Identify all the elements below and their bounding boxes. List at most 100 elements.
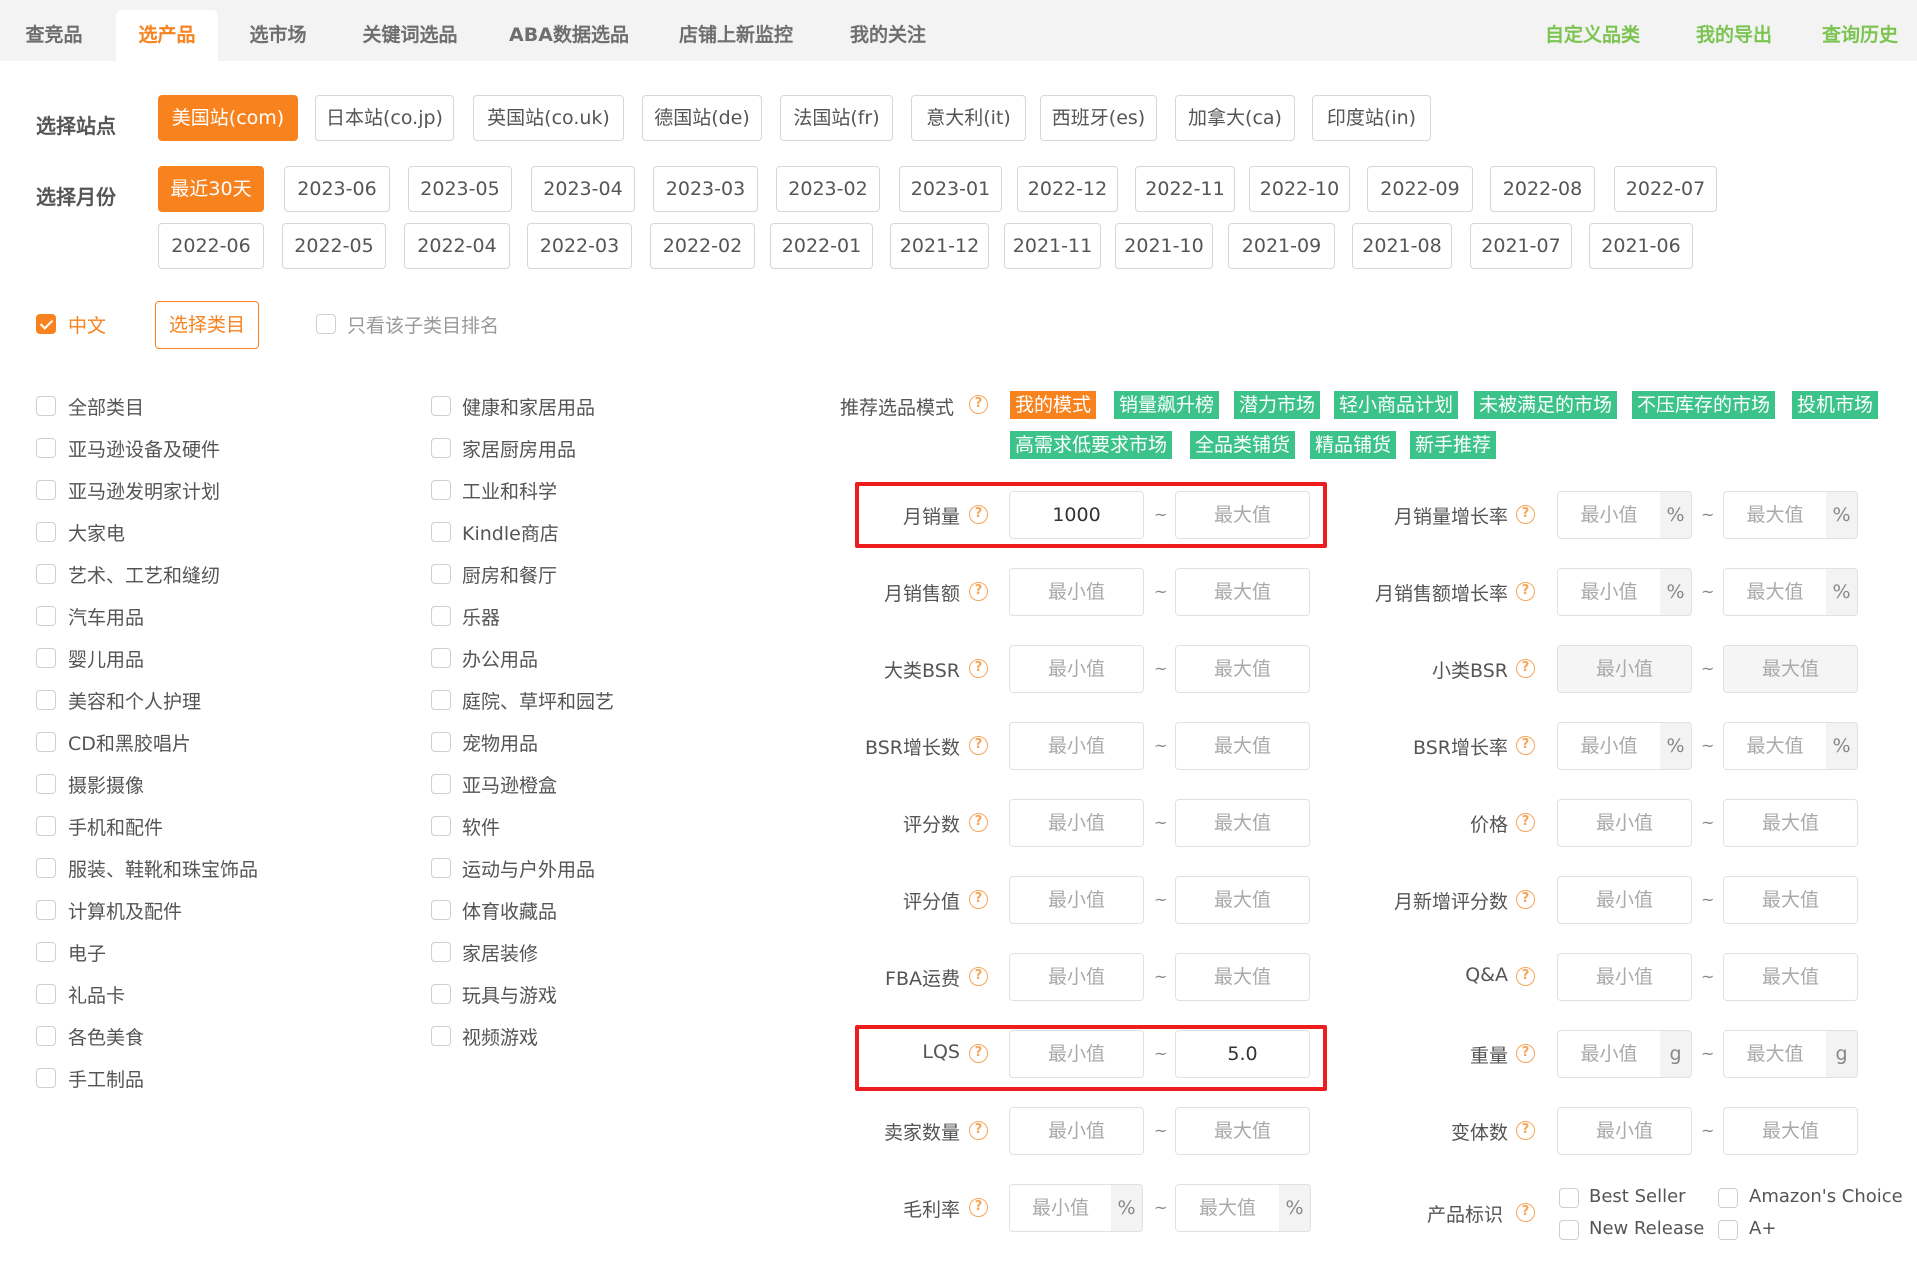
category-checkbox[interactable]: [431, 942, 451, 962]
month-option[interactable]: 2023-04: [531, 166, 635, 212]
max-input[interactable]: 最大值: [1175, 953, 1310, 1001]
min-input[interactable]: 最小值: [1009, 799, 1144, 847]
min-input[interactable]: 最小值: [1009, 645, 1144, 693]
month-option[interactable]: 2023-01: [899, 166, 1002, 212]
category-checkbox[interactable]: [431, 816, 451, 836]
month-option[interactable]: 2022-09: [1367, 166, 1473, 212]
max-input[interactable]: 最大值: [1723, 799, 1858, 847]
max-input[interactable]: 最大值: [1723, 645, 1858, 693]
category-checkbox[interactable]: [36, 1026, 56, 1046]
site-option[interactable]: 加拿大(ca): [1175, 95, 1295, 141]
mode-tag[interactable]: 潜力市场: [1234, 391, 1321, 419]
min-input[interactable]: 最小值: [1557, 722, 1661, 770]
amazons-choice-checkbox[interactable]: [1718, 1188, 1738, 1208]
custom-category-link[interactable]: 自定义品类: [1545, 10, 1640, 61]
min-input[interactable]: 最小值: [1009, 953, 1144, 1001]
min-input[interactable]: 最小值: [1557, 491, 1661, 539]
min-input[interactable]: 最小值: [1009, 568, 1144, 616]
month-option[interactable]: 2021-07: [1470, 223, 1572, 269]
month-option[interactable]: 2023-06: [284, 166, 390, 212]
month-option[interactable]: 2022-12: [1017, 166, 1118, 212]
max-input[interactable]: 最大值: [1175, 1107, 1310, 1155]
max-input[interactable]: 最大值: [1723, 953, 1858, 1001]
min-input[interactable]: 最小值: [1557, 1107, 1692, 1155]
help-icon[interactable]: ?: [1516, 582, 1535, 601]
tab-market[interactable]: 选市场: [226, 10, 330, 61]
help-icon[interactable]: ?: [969, 659, 988, 678]
mode-tag[interactable]: 投机市场: [1792, 391, 1879, 419]
mode-tag[interactable]: 未被满足的市场: [1474, 391, 1618, 419]
category-checkbox[interactable]: [36, 774, 56, 794]
category-checkbox[interactable]: [431, 690, 451, 710]
site-option[interactable]: 西班牙(es): [1040, 95, 1157, 141]
help-icon[interactable]: ?: [1516, 890, 1535, 909]
month-option[interactable]: 2021-08: [1352, 223, 1452, 269]
category-checkbox[interactable]: [36, 816, 56, 836]
month-option[interactable]: 2021-06: [1589, 223, 1693, 269]
category-checkbox[interactable]: [431, 900, 451, 920]
category-checkbox[interactable]: [431, 858, 451, 878]
max-input[interactable]: 最大值: [1723, 876, 1858, 924]
only-sub-category-checkbox[interactable]: [316, 314, 336, 334]
min-input[interactable]: 最小值: [1557, 876, 1692, 924]
month-option[interactable]: 2023-05: [408, 166, 512, 212]
category-checkbox[interactable]: [36, 564, 56, 584]
site-option[interactable]: 日本站(co.jp): [315, 95, 454, 141]
category-checkbox[interactable]: [36, 396, 56, 416]
best-seller-checkbox[interactable]: [1559, 1188, 1579, 1208]
min-input[interactable]: 最小值: [1557, 568, 1661, 616]
month-option[interactable]: 2022-08: [1490, 166, 1595, 212]
month-option[interactable]: 2022-11: [1135, 166, 1235, 212]
category-checkbox[interactable]: [36, 1068, 56, 1088]
mode-tag[interactable]: 不压库存的市场: [1632, 391, 1776, 419]
help-icon[interactable]: ?: [1516, 505, 1535, 524]
month-option[interactable]: 最近30天: [158, 166, 264, 212]
category-checkbox[interactable]: [36, 900, 56, 920]
query-history-link[interactable]: 查询历史: [1822, 10, 1898, 61]
month-option[interactable]: 2022-02: [650, 223, 755, 269]
help-icon[interactable]: ?: [969, 1198, 988, 1217]
max-input[interactable]: 最大值: [1175, 722, 1310, 770]
category-checkbox[interactable]: [36, 858, 56, 878]
month-option[interactable]: 2022-06: [158, 223, 264, 269]
month-option[interactable]: 2023-03: [653, 166, 758, 212]
tab-keyword[interactable]: 关键词选品: [342, 10, 478, 61]
help-icon[interactable]: ?: [969, 1121, 988, 1140]
min-input[interactable]: 最小值: [1009, 722, 1144, 770]
max-input[interactable]: 最大值: [1723, 1107, 1858, 1155]
min-input[interactable]: 最小值: [1009, 1184, 1112, 1232]
tab-store-monitor[interactable]: 店铺上新监控: [662, 10, 810, 61]
month-option[interactable]: 2021-11: [1004, 223, 1101, 269]
category-checkbox[interactable]: [36, 438, 56, 458]
month-option[interactable]: 2021-10: [1115, 223, 1213, 269]
mode-tag[interactable]: 高需求低要求市场: [1010, 431, 1173, 459]
max-input[interactable]: 最大值: [1175, 568, 1310, 616]
help-icon[interactable]: ?: [1516, 736, 1535, 755]
mode-tag[interactable]: 轻小商品计划: [1334, 391, 1459, 419]
month-option[interactable]: 2021-09: [1228, 223, 1335, 269]
help-icon[interactable]: ?: [1516, 1121, 1535, 1140]
month-option[interactable]: 2022-04: [404, 223, 510, 269]
min-input[interactable]: 最小值: [1557, 799, 1692, 847]
category-checkbox[interactable]: [431, 606, 451, 626]
mode-tag[interactable]: 我的模式: [1010, 391, 1097, 419]
chinese-checkbox[interactable]: [36, 314, 56, 334]
category-checkbox[interactable]: [431, 396, 451, 416]
help-icon[interactable]: ?: [969, 967, 988, 986]
help-icon[interactable]: ?: [969, 813, 988, 832]
site-option[interactable]: 意大利(it): [911, 95, 1026, 141]
category-checkbox[interactable]: [36, 942, 56, 962]
month-option[interactable]: 2021-12: [890, 223, 989, 269]
a-plus-checkbox[interactable]: [1718, 1220, 1738, 1240]
max-input[interactable]: 最大值: [1723, 722, 1827, 770]
tab-aba[interactable]: ABA数据选品: [496, 10, 642, 61]
help-icon[interactable]: ?: [1516, 659, 1535, 678]
month-option[interactable]: 2022-07: [1614, 166, 1717, 212]
category-checkbox[interactable]: [431, 648, 451, 668]
help-icon[interactable]: ?: [969, 395, 988, 414]
category-checkbox[interactable]: [431, 1026, 451, 1046]
min-input[interactable]: 最小值: [1557, 645, 1692, 693]
month-option[interactable]: 2022-03: [527, 223, 632, 269]
tab-product[interactable]: 选产品: [116, 10, 218, 61]
max-input[interactable]: 最大值: [1175, 876, 1310, 924]
